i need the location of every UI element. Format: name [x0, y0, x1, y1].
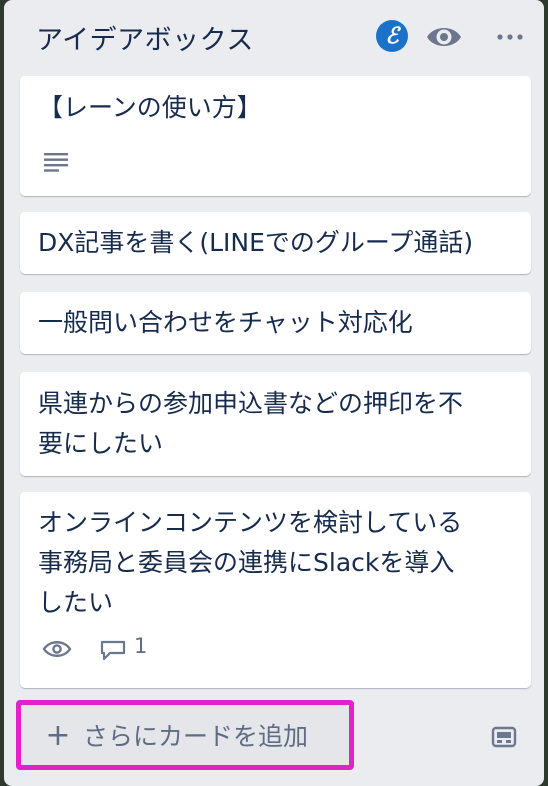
card-chat-support[interactable]: 一般問い合わせをチャット対応化: [20, 292, 531, 354]
card-usage[interactable]: 【レーンの使い方】: [20, 76, 531, 196]
card-template-icon[interactable]: [490, 724, 518, 752]
list-title[interactable]: アイデアボックス: [36, 18, 254, 57]
card-remove-seal[interactable]: 県連からの参加申込書などの押印を不 要にしたい: [20, 372, 531, 476]
card-dx-article[interactable]: DX記事を書く(LINEでのグループ通話): [20, 212, 531, 274]
add-card-label: さらにカードを追加: [83, 722, 309, 751]
card-title-line: 県連からの参加申込書などの押印を不: [38, 389, 464, 418]
card-title-line: 要にしたい: [38, 429, 164, 458]
card-title-line: オンラインコンテンツを検討している: [38, 508, 463, 537]
card-title-line: 一般問い合わせをチャット対応化: [38, 308, 413, 337]
description-icon: [44, 152, 70, 172]
card-title: 【レーンの使い方】: [38, 88, 517, 128]
list-column: アイデアボックス ℰ 【レーンの使い方】 DX記事を書く(LINEでのグループ通…: [4, 0, 544, 786]
card-title: 一般問い合わせをチャット対応化: [38, 303, 517, 343]
e-badge-icon[interactable]: ℰ: [376, 20, 408, 52]
card-title-line: したい: [38, 588, 114, 617]
comment-count: 1: [134, 634, 148, 658]
card-title: DX記事を書く(LINEでのグループ通話): [38, 223, 517, 263]
watch-eye-icon: [42, 638, 72, 660]
card-title: オンラインコンテンツを検討している 事務局と委員会の連携にSlackを導入 した…: [38, 503, 517, 623]
list-header: アイデアボックス ℰ: [4, 0, 544, 72]
card-title-line: 【レーンの使い方】: [38, 93, 262, 122]
card-title-line: DX記事を書く(LINEでのグループ通話): [38, 228, 474, 257]
card-title: 県連からの参加申込書などの押印を不 要にしたい: [38, 384, 517, 464]
card-title-line: 事務局と委員会の連携にSlackを導入: [38, 548, 455, 577]
comment-icon: [98, 638, 128, 662]
plus-icon: +: [45, 717, 71, 753]
card-slack[interactable]: オンラインコンテンツを検討している 事務局と委員会の連携にSlackを導入 した…: [20, 492, 531, 688]
eye-icon[interactable]: [424, 22, 464, 52]
add-card-button[interactable]: + さらにカードを追加: [16, 700, 354, 770]
more-options-icon[interactable]: [492, 22, 528, 52]
